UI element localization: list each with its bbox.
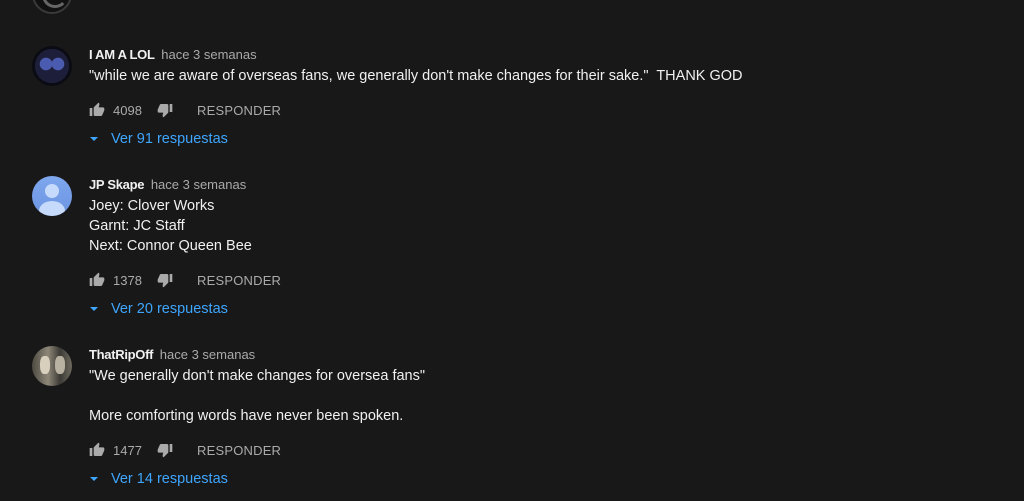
avatar[interactable] <box>32 346 72 386</box>
comment-text: "while we are aware of overseas fans, we… <box>89 68 743 84</box>
like-count: 1477 <box>113 442 142 458</box>
comment-text: Joey: Clover Works Garnt: JC Staff Next:… <box>89 198 252 254</box>
caret-down-icon <box>90 137 98 141</box>
thumb-down-icon[interactable] <box>157 102 173 118</box>
comment-header: JP Skape hace 3 semanas <box>89 176 992 194</box>
thumb-down-icon[interactable] <box>157 272 173 288</box>
author-name[interactable]: I AM A LOL <box>89 47 155 62</box>
thumb-up-icon[interactable] <box>89 442 105 458</box>
caret-down-icon <box>90 477 98 481</box>
view-replies-label: Ver 14 respuestas <box>111 471 228 487</box>
reply-button[interactable]: RESPONDER <box>197 273 281 288</box>
comment-header: ThatRipOff hace 3 semanas <box>89 346 992 364</box>
avatar[interactable] <box>32 46 72 86</box>
comment-body: JP Skape hace 3 semanas Joey: Clover Wor… <box>89 176 992 317</box>
thumb-up-icon[interactable] <box>89 102 105 118</box>
comment-actions: 1378 RESPONDER <box>89 270 281 290</box>
author-name[interactable]: ThatRipOff <box>89 347 153 362</box>
view-replies-button[interactable]: Ver 20 respuestas <box>89 299 228 319</box>
view-replies-label: Ver 20 respuestas <box>111 301 228 317</box>
partial-avatar[interactable] <box>32 0 72 14</box>
caret-down-icon <box>90 307 98 311</box>
author-name[interactable]: JP Skape <box>89 177 144 192</box>
comment-header: I AM A LOL hace 3 semanas <box>89 46 992 64</box>
comments-section: I AM A LOL hace 3 semanas "while we are … <box>0 0 1024 501</box>
comment-actions: 1477 RESPONDER <box>89 440 281 460</box>
comment-actions: 4098 RESPONDER <box>89 100 281 120</box>
comment-time[interactable]: hace 3 semanas <box>161 47 256 62</box>
view-replies-button[interactable]: Ver 91 respuestas <box>89 129 228 149</box>
like-count: 4098 <box>113 102 142 118</box>
comment-text: "We generally don't make changes for ove… <box>89 368 426 424</box>
thumb-up-icon[interactable] <box>89 272 105 288</box>
like-count: 1378 <box>113 272 142 288</box>
avatar[interactable] <box>32 176 72 216</box>
thumb-down-icon[interactable] <box>157 442 173 458</box>
comment-body: ThatRipOff hace 3 semanas "We generally … <box>89 346 992 487</box>
comment-body: I AM A LOL hace 3 semanas "while we are … <box>89 46 992 147</box>
reply-button[interactable]: RESPONDER <box>197 103 281 118</box>
comment-time[interactable]: hace 3 semanas <box>160 347 255 362</box>
comment-time[interactable]: hace 3 semanas <box>151 177 246 192</box>
view-replies-button[interactable]: Ver 14 respuestas <box>89 469 228 489</box>
reply-button[interactable]: RESPONDER <box>197 443 281 458</box>
view-replies-label: Ver 91 respuestas <box>111 131 228 147</box>
